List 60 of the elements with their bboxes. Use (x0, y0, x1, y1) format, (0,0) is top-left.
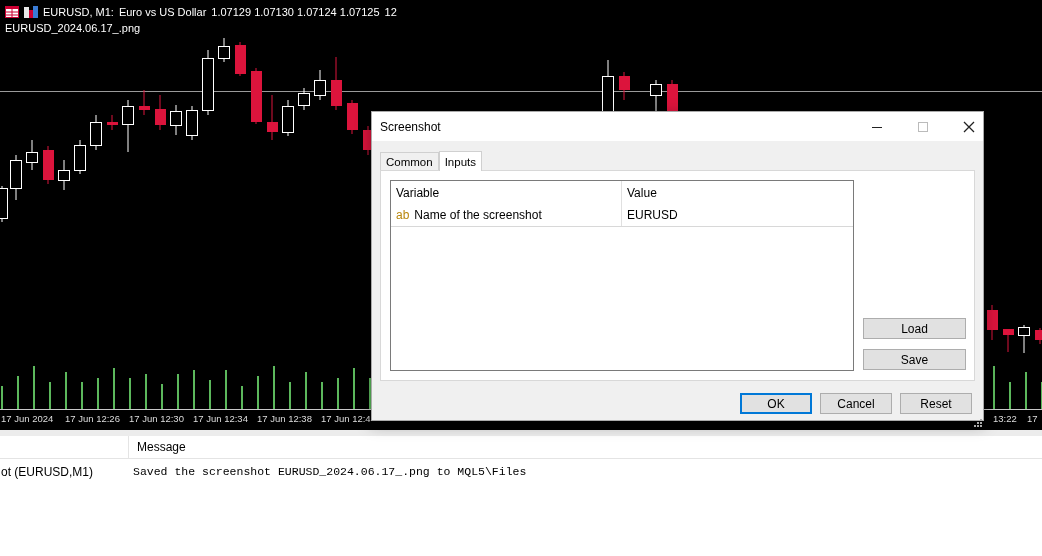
candlestick (298, 87, 310, 111)
chart-tick-count: 12 (384, 6, 397, 18)
candlestick (251, 67, 262, 125)
chart-symbol: EURUSD, M1: (43, 6, 114, 18)
column-header[interactable]: Value (622, 181, 854, 204)
dialog-button[interactable]: OK (740, 393, 812, 414)
resize-grip-icon[interactable] (972, 417, 982, 427)
time-axis-label: 17 (1027, 413, 1038, 424)
candlestick (1003, 328, 1014, 353)
file-label: EURUSD_2024.06.17_.png (5, 22, 141, 34)
candlestick (218, 37, 230, 63)
candlestick (1018, 324, 1030, 354)
column-header[interactable]: Message (129, 436, 194, 458)
dialog-title: Screenshot (380, 119, 442, 134)
time-axis-label: 17 Jun 2024 (1, 413, 54, 424)
column-header[interactable]: Variable (391, 181, 622, 204)
candlestick (26, 139, 38, 171)
chart-prices: 1.07129 1.07130 1.07124 1.07125 (211, 6, 380, 18)
candlestick (155, 94, 166, 131)
tab[interactable]: Common (380, 152, 439, 170)
candlestick (1035, 327, 1042, 345)
side-button[interactable]: Save (863, 349, 966, 370)
close-icon[interactable] (963, 120, 975, 133)
tab[interactable]: Inputs (438, 151, 482, 171)
candlestick (74, 139, 86, 175)
time-axis-label: 17 Jun 12:34 (193, 413, 248, 424)
time-axis-label: 13:22 (993, 413, 1017, 424)
candlestick (619, 71, 630, 101)
side-button[interactable]: Load (863, 318, 966, 339)
candlestick (331, 56, 342, 111)
string-type-icon: ab (396, 208, 410, 222)
candlestick (170, 104, 182, 136)
candlestick (186, 105, 198, 141)
variable-name: Name of the screenshot (414, 208, 542, 222)
dialog-button[interactable]: Reset (900, 393, 972, 414)
candlestick (282, 99, 294, 137)
candlestick (235, 41, 246, 77)
time-axis-label: 17 Jun 12:4 (321, 413, 371, 424)
dialog-button[interactable]: Cancel (820, 393, 892, 414)
table-icon[interactable] (5, 6, 19, 18)
candlestick (139, 89, 150, 116)
candlestick (43, 145, 54, 185)
log-source: ot (EURUSD,M1) (0, 465, 94, 479)
chart-description: Euro vs US Dollar (118, 6, 207, 18)
candlestick (10, 154, 22, 201)
candlestick (987, 304, 998, 341)
candlestick (107, 114, 118, 131)
time-axis-label: 17 Jun 12:38 (257, 413, 312, 424)
candlestick (267, 94, 278, 141)
bar-chart-icon[interactable] (24, 6, 38, 18)
value-field[interactable]: EURUSD (622, 204, 854, 226)
candlestick (314, 69, 326, 101)
log-message: Saved the screenshot EURUSD_2024.06.17_.png to MQL5\Files (133, 465, 527, 479)
time-axis-label: 17 Jun 12:30 (129, 413, 184, 424)
candlestick (202, 49, 214, 116)
candlestick (347, 99, 358, 135)
candlestick (122, 99, 134, 153)
candlestick (58, 159, 70, 191)
candlestick (90, 114, 102, 151)
time-axis-label: 17 Jun 12:26 (65, 413, 120, 424)
